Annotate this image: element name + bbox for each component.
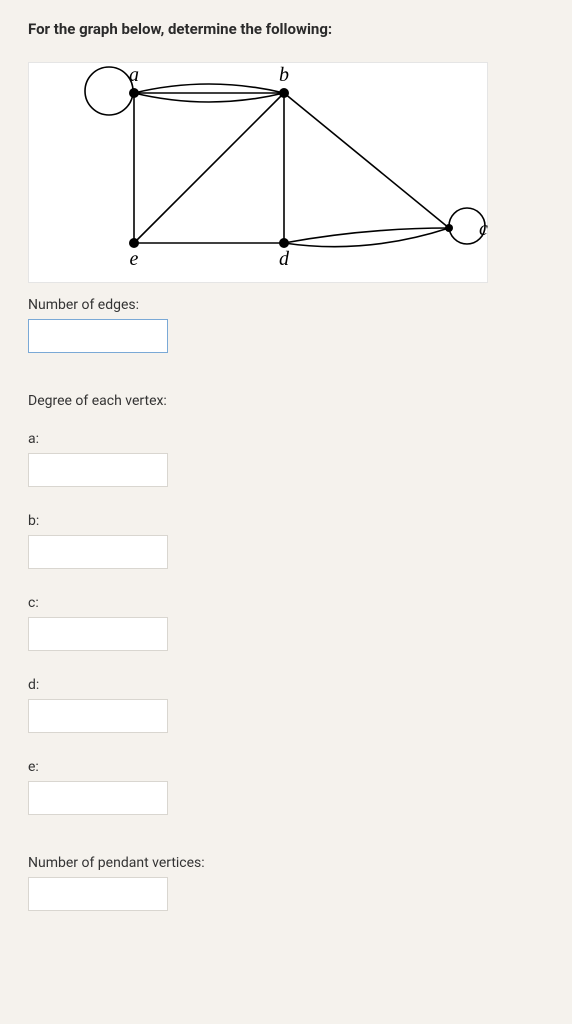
degree-header: Degree of each vertex:: [28, 393, 544, 409]
degree-d-input[interactable]: [28, 699, 168, 733]
vertex-label-d: d: [279, 248, 290, 270]
degree-d-label: d:: [28, 677, 544, 693]
degree-c-label: c:: [28, 595, 544, 611]
vertex-label-b: b: [279, 64, 289, 86]
pendant-label: Number of pendant vertices:: [28, 855, 544, 871]
vertex-label-a: a: [129, 64, 139, 86]
degree-e-input[interactable]: [28, 781, 168, 815]
degree-b-label: b:: [28, 513, 544, 529]
graph-figure: a b e d c: [28, 62, 488, 283]
num-edges-input[interactable]: [28, 319, 168, 353]
degree-e-label: e:: [28, 759, 544, 775]
pendant-input[interactable]: [28, 877, 168, 911]
degree-c-input[interactable]: [28, 617, 168, 651]
question-prompt: For the graph below, determine the follo…: [28, 20, 544, 38]
num-edges-label: Number of edges:: [28, 297, 544, 313]
degree-a-label: a:: [28, 431, 544, 447]
degree-a-input[interactable]: [28, 453, 168, 487]
vertex-label-c: c: [479, 218, 488, 240]
vertex-label-e: e: [130, 248, 139, 270]
degree-b-input[interactable]: [28, 535, 168, 569]
graph-svg: a b e d c: [29, 63, 489, 278]
